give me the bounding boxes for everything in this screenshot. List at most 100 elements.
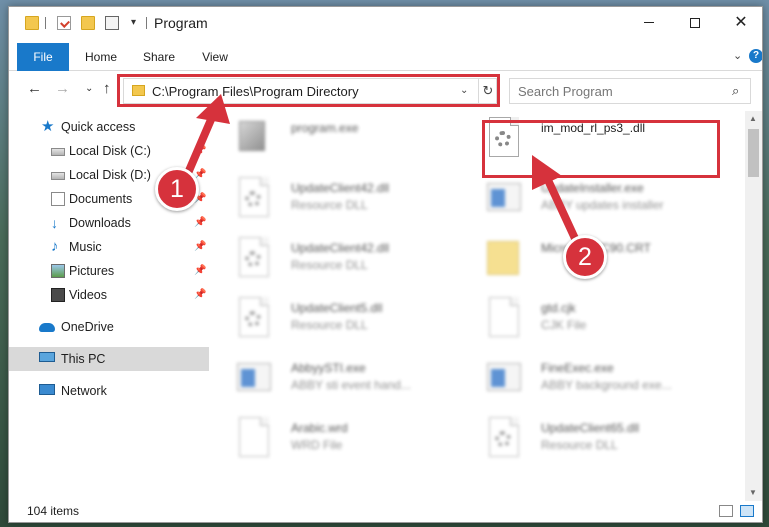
list-item[interactable]: UpdateInstaller.exe ABBY updates install… — [469, 171, 719, 227]
file-type: Resource DLL — [541, 438, 618, 452]
folder-icon — [25, 16, 39, 30]
list-item[interactable]: gtd.cjk CJK File — [469, 291, 719, 347]
list-item[interactable]: UpdateClient42.dll Resource DLL — [219, 171, 469, 227]
item-count: 104 items — [27, 504, 80, 518]
file-name: Arabic.wrd — [291, 421, 348, 435]
pin-icon[interactable]: 📌 — [194, 235, 206, 259]
recent-locations-icon[interactable]: ⌄ — [85, 83, 93, 94]
chevron-down-icon[interactable]: ▾ — [131, 17, 136, 28]
sidebar-item-label: Documents — [69, 192, 133, 206]
sidebar-item-videos[interactable]: Videos 📌 — [9, 283, 209, 307]
scroll-down-icon[interactable]: ▼ — [749, 488, 757, 497]
file-name: UpdateClient42.dll — [291, 181, 390, 195]
sidebar-item-quick-access[interactable]: ★ Quick access — [9, 115, 209, 139]
sidebar-item-label: Music — [69, 240, 102, 254]
music-icon: ♪ — [51, 238, 59, 255]
pin-icon[interactable]: 📌 — [194, 139, 206, 163]
file-type: ABBY background exe... — [541, 378, 672, 392]
network-icon — [39, 384, 55, 395]
search-input[interactable]: Search Program — [518, 84, 613, 99]
list-item[interactable]: program.exe — [219, 111, 469, 167]
tab-share[interactable]: Share — [139, 43, 179, 71]
customize-toolbar-icon[interactable] — [105, 16, 119, 30]
file-name: UpdateClient65.dll — [541, 421, 640, 435]
search-icon[interactable]: ⌕ — [732, 83, 739, 99]
title-separator — [146, 17, 147, 29]
ribbon-tabs: File Home Share View ⌄ ? — [9, 43, 762, 71]
dll-gear-icon — [235, 237, 271, 279]
scroll-up-icon[interactable]: ▲ — [749, 114, 757, 123]
title-bar: ▾ Program ✕ — [9, 7, 762, 39]
sidebar-item-label: Pictures — [69, 264, 115, 278]
file-type: Resource DLL — [291, 258, 368, 272]
file-highlight-box — [482, 120, 720, 178]
window-title: Program — [154, 15, 208, 31]
sidebar-item-pictures[interactable]: Pictures 📌 — [9, 259, 209, 283]
drive-icon — [51, 172, 65, 180]
properties-icon[interactable] — [57, 16, 71, 30]
list-item[interactable]: UpdateClient42.dll Resource DLL — [219, 231, 469, 287]
forward-button[interactable]: → — [55, 80, 70, 97]
expand-ribbon-icon[interactable]: ⌄ — [733, 49, 742, 62]
sidebar-item-label: Local Disk (D:) — [69, 168, 151, 182]
blank-file-icon — [485, 297, 521, 339]
pin-icon[interactable]: 📌 — [194, 283, 206, 307]
sidebar-item-local-disk-c[interactable]: Local Disk (C:) 📌 — [9, 139, 209, 163]
sidebar-item-network[interactable]: Network — [9, 379, 209, 403]
step-badge-1: 1 — [155, 167, 199, 211]
search-box[interactable]: Search Program ⌕ — [509, 78, 751, 104]
sidebar-item-label: Quick access — [61, 120, 136, 134]
star-icon: ★ — [41, 118, 55, 135]
file-type: WRD File — [291, 438, 343, 452]
list-item[interactable]: FineExec.exe ABBY background exe... — [469, 351, 719, 407]
large-icons-view-icon[interactable] — [740, 505, 754, 517]
file-name: UpdateClient42.dll — [291, 241, 390, 255]
sidebar-item-music[interactable]: ♪ Music 📌 — [9, 235, 209, 259]
exe-icon — [485, 177, 521, 219]
videos-icon — [51, 288, 65, 302]
scrollbar-thumb[interactable] — [748, 129, 759, 177]
help-icon[interactable]: ? — [749, 49, 762, 63]
vertical-scrollbar[interactable]: ▲ ▼ — [745, 111, 762, 501]
cloud-icon — [39, 323, 55, 332]
pictures-icon — [51, 264, 65, 278]
file-name: AbbyySTI.exe — [291, 361, 366, 375]
file-name: UpdateClient5.dll — [291, 301, 383, 315]
list-item[interactable]: UpdateClient5.dll Resource DLL — [219, 291, 469, 347]
status-bar: 104 items — [9, 501, 762, 522]
close-button[interactable]: ✕ — [718, 7, 762, 39]
tab-home[interactable]: Home — [81, 43, 121, 71]
sidebar-item-onedrive[interactable]: OneDrive — [9, 315, 209, 339]
dll-gear-icon — [235, 297, 271, 339]
minimize-button[interactable] — [626, 7, 672, 39]
file-name: program.exe — [291, 121, 359, 135]
tab-file[interactable]: File — [17, 43, 69, 71]
sidebar-item-downloads[interactable]: ↓ Downloads 📌 — [9, 211, 209, 235]
quick-access-separator — [45, 17, 46, 29]
sidebar-item-this-pc[interactable]: This PC — [9, 347, 209, 371]
blank-file-icon — [235, 417, 271, 459]
new-folder-icon[interactable] — [81, 16, 95, 30]
file-name: FineExec.exe — [541, 361, 614, 375]
sidebar-item-label: Downloads — [69, 216, 131, 230]
back-button[interactable]: ← — [27, 80, 42, 97]
documents-icon — [51, 192, 65, 206]
sidebar-item-label: OneDrive — [61, 320, 114, 334]
folder-icon — [485, 237, 521, 279]
list-item[interactable]: Arabic.wrd WRD File — [219, 411, 469, 467]
file-type: Resource DLL — [291, 198, 368, 212]
sidebar-item-label: Local Disk (C:) — [69, 144, 151, 158]
list-item[interactable]: AbbyySTI.exe ABBY sti event hand... — [219, 351, 469, 407]
dll-gear-icon — [235, 177, 271, 219]
sidebar-item-label: Videos — [69, 288, 107, 302]
sidebar-item-label: Network — [61, 384, 107, 398]
list-item[interactable]: UpdateClient65.dll Resource DLL — [469, 411, 719, 467]
pin-icon[interactable]: 📌 — [194, 211, 206, 235]
maximize-button[interactable] — [672, 7, 718, 39]
file-name: UpdateInstaller.exe — [541, 181, 644, 195]
pin-icon[interactable]: 📌 — [194, 259, 206, 283]
up-button[interactable]: ↑ — [103, 80, 111, 97]
details-view-icon[interactable] — [719, 505, 733, 517]
tab-view[interactable]: View — [195, 43, 235, 71]
exe-icon — [235, 357, 271, 399]
